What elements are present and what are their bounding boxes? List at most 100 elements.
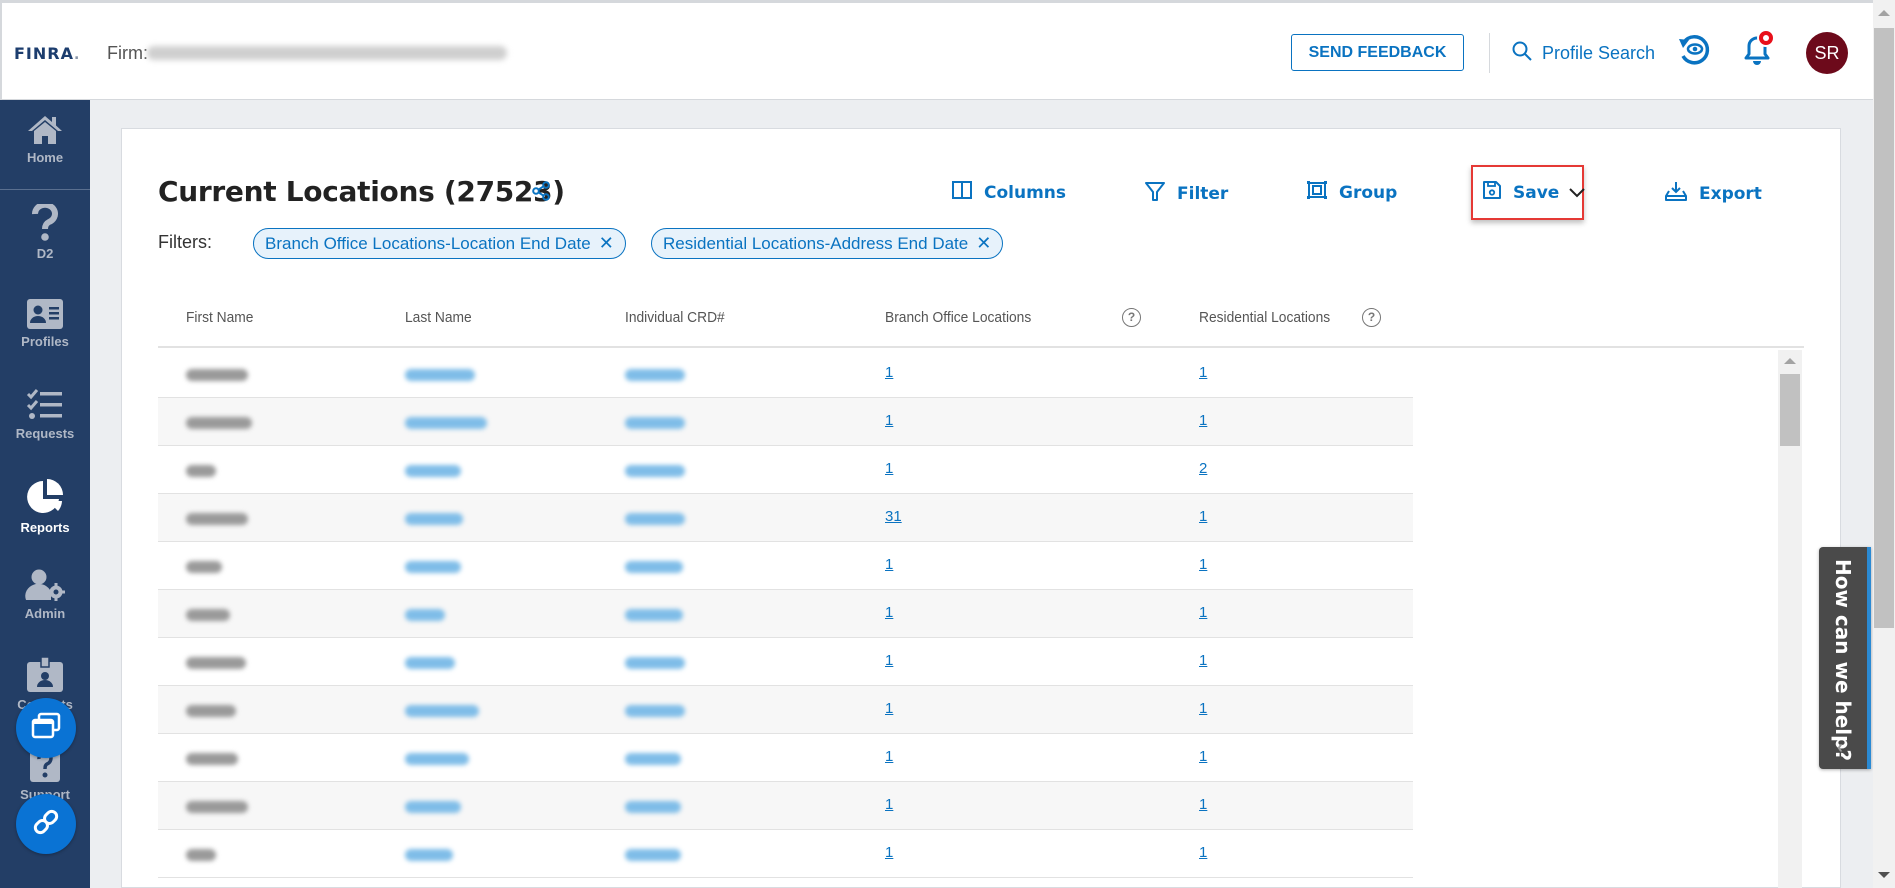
residential-count-link[interactable]: 1 (1199, 604, 1207, 621)
last-name-link-redacted[interactable] (405, 513, 463, 525)
crd-link-redacted[interactable] (625, 369, 685, 381)
remove-filter-icon[interactable]: ✕ (599, 233, 614, 254)
last-name-link-redacted[interactable] (405, 369, 475, 381)
crd-link-redacted[interactable] (625, 801, 681, 813)
column-header-branch-office[interactable]: Branch Office Locations (885, 309, 1031, 326)
notifications-button[interactable] (1737, 29, 1777, 71)
scrollbar-thumb[interactable] (1780, 374, 1800, 446)
branch-office-count-link[interactable]: 31 (885, 508, 902, 525)
scrollbar-thumb[interactable] (1874, 28, 1894, 628)
help-icon[interactable]: ? (1122, 308, 1141, 327)
windows-icon (31, 712, 61, 745)
column-header-residential[interactable]: Residential Locations (1199, 309, 1330, 326)
column-header-first-name[interactable]: First Name (186, 309, 253, 326)
column-header-last-name[interactable]: Last Name (405, 309, 472, 326)
page-scrollbar[interactable] (1873, 0, 1895, 888)
user-gear-icon (25, 568, 65, 602)
group-button[interactable]: Group (1307, 181, 1397, 204)
branch-office-count-link[interactable]: 1 (885, 796, 893, 813)
scroll-up-arrow[interactable] (1878, 10, 1890, 16)
first-name-redacted (186, 657, 246, 669)
crd-link-redacted[interactable] (625, 561, 683, 573)
scroll-up-arrow[interactable] (1784, 358, 1796, 364)
table-cell (625, 800, 681, 817)
table-row: 11 (158, 542, 1413, 590)
crd-link-redacted[interactable] (625, 609, 683, 621)
table-cell (625, 464, 685, 481)
export-button[interactable]: Export (1665, 181, 1762, 206)
column-header-crd[interactable]: Individual CRD# (625, 309, 725, 326)
scroll-down-arrow[interactable] (1878, 872, 1890, 878)
last-name-link-redacted[interactable] (405, 657, 455, 669)
sidebar-item-home[interactable]: Home (0, 114, 90, 204)
branch-office-count-link[interactable]: 1 (885, 460, 893, 477)
last-name-link-redacted[interactable] (405, 417, 487, 429)
residential-count-link[interactable]: 1 (1199, 844, 1207, 861)
last-name-link-redacted[interactable] (405, 753, 469, 765)
first-name-redacted (186, 609, 230, 621)
help-tab[interactable]: How can we help? ‹ (1819, 547, 1871, 769)
residential-count-link[interactable]: 1 (1199, 364, 1207, 381)
branch-office-count-link[interactable]: 1 (885, 748, 893, 765)
crd-link-redacted[interactable] (625, 513, 685, 525)
last-name-link-redacted[interactable] (405, 849, 453, 861)
residential-count-link[interactable]: 1 (1199, 748, 1207, 765)
table-scrollbar[interactable] (1778, 350, 1802, 888)
crd-link-redacted[interactable] (625, 753, 681, 765)
crd-link-redacted[interactable] (625, 849, 681, 861)
filter-chip-label: Residential Locations-Address End Date (663, 233, 969, 253)
finra-logo[interactable]: FINRA. (14, 39, 80, 65)
share-icon[interactable] (532, 181, 550, 206)
residential-count-link[interactable]: 1 (1199, 412, 1207, 429)
windows-fab-button[interactable] (16, 698, 76, 758)
sidebar-item-label: Admin (24, 606, 66, 621)
filter-button[interactable]: Filter (1145, 181, 1228, 206)
last-name-link-redacted[interactable] (405, 705, 479, 717)
table-cell (186, 368, 248, 385)
table-cell (405, 656, 455, 673)
sidebar-item-requests[interactable]: Requests (0, 388, 90, 478)
last-name-link-redacted[interactable] (405, 465, 461, 477)
profile-search-link[interactable]: Profile Search (1512, 41, 1655, 66)
recently-viewed-button[interactable] (1674, 31, 1714, 71)
branch-office-count-link[interactable]: 1 (885, 412, 893, 429)
residential-count-link[interactable]: 1 (1199, 556, 1207, 573)
last-name-link-redacted[interactable] (405, 609, 445, 621)
last-name-link-redacted[interactable] (405, 561, 461, 573)
branch-office-count-link[interactable]: 1 (885, 604, 893, 621)
table-row: 11 (158, 782, 1413, 830)
sidebar-item-d2[interactable]: D2 (0, 204, 90, 294)
help-icon[interactable]: ? (1362, 308, 1381, 327)
residential-count-link[interactable]: 2 (1199, 460, 1207, 477)
crd-link-redacted[interactable] (625, 465, 685, 477)
residential-count-link[interactable]: 1 (1199, 796, 1207, 813)
sidebar-item-profiles[interactable]: Profiles (0, 298, 90, 388)
branch-office-count-link[interactable]: 1 (885, 556, 893, 573)
crd-link-redacted[interactable] (625, 417, 685, 429)
branch-office-count-link[interactable]: 1 (885, 844, 893, 861)
branch-office-count-link[interactable]: 1 (885, 364, 893, 381)
send-feedback-button[interactable]: SEND FEEDBACK (1291, 34, 1464, 71)
residential-count-link[interactable]: 1 (1199, 652, 1207, 669)
link-icon (31, 807, 61, 842)
export-icon (1665, 181, 1687, 206)
link-fab-button[interactable] (16, 794, 76, 854)
branch-office-count-link[interactable]: 1 (885, 652, 893, 669)
residential-count-link[interactable]: 1 (1199, 700, 1207, 717)
last-name-link-redacted[interactable] (405, 801, 461, 813)
table-body: 1 1 1 1 1 2 31 1 1 1 1 1 1 1 1 1 1 1 1 1 1 1 (158, 350, 1804, 888)
remove-filter-icon[interactable]: ✕ (976, 233, 991, 254)
user-avatar[interactable]: SR (1806, 32, 1848, 74)
sidebar-item-admin[interactable]: Admin (0, 568, 90, 658)
filter-label: Filter (1177, 183, 1229, 204)
first-name-redacted (186, 561, 222, 573)
save-dropdown-button[interactable]: Save (1483, 181, 1586, 204)
sidebar-item-reports[interactable]: Reports (0, 478, 90, 568)
crd-link-redacted[interactable] (625, 705, 685, 717)
crd-link-redacted[interactable] (625, 657, 685, 669)
columns-button[interactable]: Columns (952, 181, 1066, 204)
branch-office-count-link[interactable]: 1 (885, 700, 893, 717)
table-cell (186, 464, 216, 481)
residential-count-link[interactable]: 1 (1199, 508, 1207, 525)
table-cell (186, 752, 238, 769)
